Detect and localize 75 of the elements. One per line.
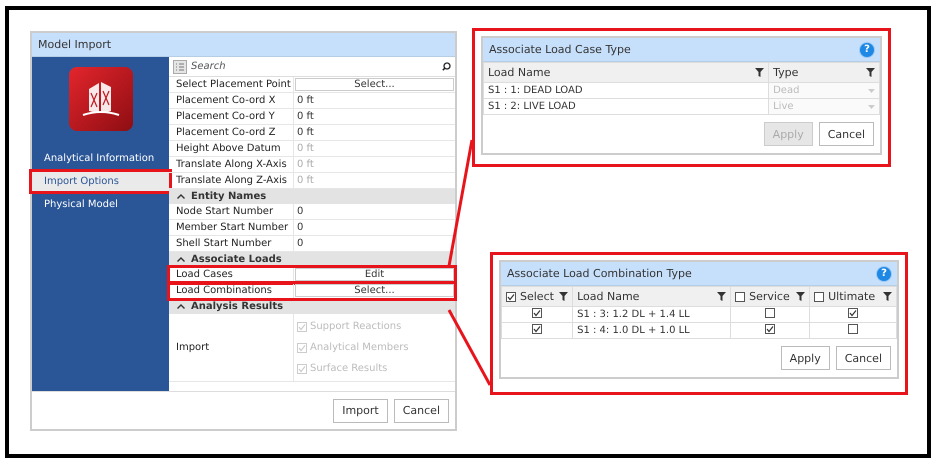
property-value[interactable]: 0 (294, 220, 455, 235)
sidebar-item[interactable]: Import Options (32, 172, 169, 191)
property-value[interactable]: 0 (294, 236, 455, 251)
search-icon[interactable] (442, 62, 451, 71)
property-label: Load Cases (169, 267, 294, 282)
property-label: Shell Start Number (169, 236, 294, 251)
sidebar-item[interactable]: Analytical Information (32, 149, 169, 168)
checkbox[interactable] (765, 308, 776, 318)
property-label: Height Above Datum (169, 141, 294, 156)
sidebar-item[interactable]: Physical Model (32, 195, 169, 214)
checkbox[interactable] (765, 324, 776, 334)
help-button[interactable]: ? (860, 42, 874, 56)
table-cell: S1 : 1: DEAD LOAD (484, 82, 769, 98)
column-header: Type (773, 66, 800, 79)
chevron-icon (177, 194, 185, 199)
filter-icon[interactable] (755, 68, 764, 77)
filter-icon[interactable] (883, 292, 892, 301)
window-title: Model Import (38, 38, 112, 51)
table-cell: S1 : 4: 1.0 DL + 1.0 LL (572, 322, 731, 338)
property-label: Translate Along X-Axis (169, 157, 294, 172)
checkbox-label: Surface Results (310, 363, 388, 374)
dialog-button[interactable]: Import (333, 398, 388, 422)
column-header: Ultimate (828, 290, 876, 303)
column-header: Service (749, 290, 791, 303)
checkbox[interactable] (735, 292, 746, 302)
help-button[interactable]: ? (877, 266, 891, 280)
section-title: Analysis Results (191, 301, 284, 312)
caret-icon (868, 88, 875, 92)
column-header: Select (520, 290, 555, 303)
property-value[interactable]: 0 ft (294, 93, 455, 108)
building-logo-icon (68, 67, 132, 131)
property-button[interactable]: Select... (295, 78, 454, 91)
section-header[interactable]: Entity Names (169, 189, 455, 204)
checkbox[interactable] (848, 308, 858, 318)
property-label: Load Combinations (169, 283, 294, 298)
dialog-title: Associate Load Case Type (489, 43, 631, 56)
dialog-title: Associate Load Combination Type (507, 267, 692, 280)
property-label: Translate Along Z-Axis (169, 173, 294, 188)
property-label: Select Placement Point (169, 77, 294, 92)
chevron-icon (177, 257, 185, 262)
checkbox[interactable] (814, 292, 824, 302)
checkbox[interactable] (848, 324, 858, 334)
dialog-button[interactable]: Apply (780, 346, 830, 370)
property-value[interactable]: 0 ft (294, 125, 455, 140)
caret-icon (868, 104, 875, 108)
column-header: Load Name (577, 290, 640, 303)
filter-icon[interactable] (559, 292, 568, 301)
filter-icon[interactable] (717, 292, 726, 301)
list-icon[interactable] (173, 60, 187, 74)
property-label: Node Start Number (169, 204, 294, 219)
section-title: Entity Names (191, 191, 266, 202)
checkbox-label: Support Reactions (310, 321, 402, 332)
property-label: Member Start Number (169, 220, 294, 235)
dialog-button[interactable]: Cancel (818, 122, 874, 146)
property-label: Placement Co-ord Y (169, 109, 294, 124)
filter-icon[interactable] (866, 68, 875, 77)
property-value[interactable]: 0 (294, 204, 455, 219)
column-header: Load Name (488, 66, 552, 79)
chevron-icon (177, 304, 185, 309)
property-label: Placement Co-ord Z (169, 125, 294, 140)
checkbox[interactable] (532, 324, 542, 334)
checkbox[interactable] (506, 292, 516, 302)
table-cell: S1 : 3: 1.2 DL + 1.4 LL (572, 306, 731, 322)
property-label: Import (169, 314, 294, 381)
property-button[interactable]: Edit (295, 268, 454, 281)
dialog-button[interactable]: Cancel (836, 346, 891, 370)
property-button[interactable]: Select... (295, 284, 454, 297)
table-cell: S1 : 2: LIVE LOAD (484, 98, 769, 114)
section-title: Associate Loads (191, 254, 282, 265)
property-value[interactable]: 0 ft (294, 109, 455, 124)
checkbox-label: Analytical Members (310, 342, 409, 353)
property-label: Placement Co-ord X (169, 93, 294, 108)
filter-icon[interactable] (796, 292, 806, 301)
dialog-button[interactable]: Cancel (394, 398, 449, 422)
checkbox[interactable] (532, 308, 542, 318)
